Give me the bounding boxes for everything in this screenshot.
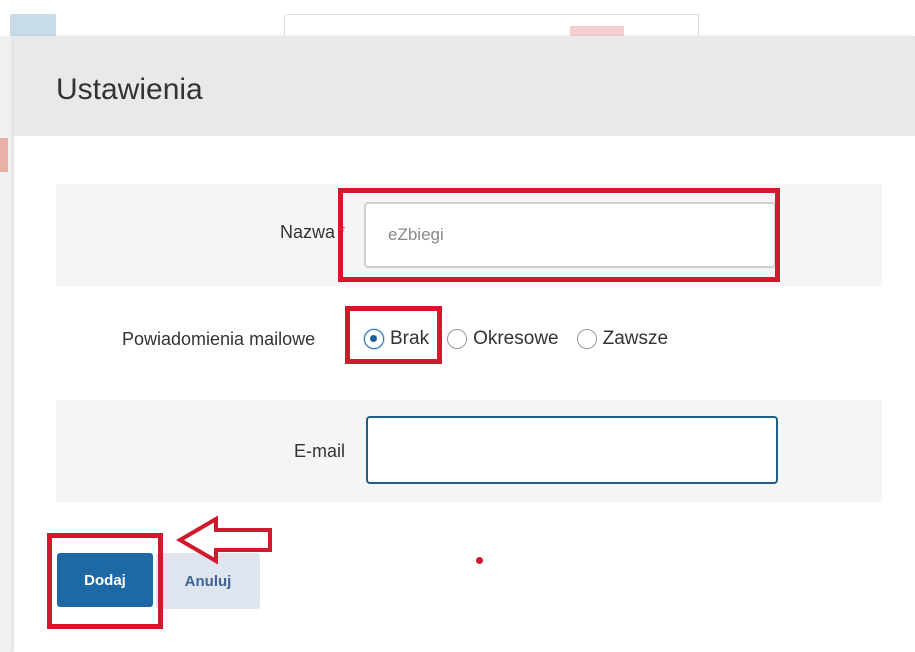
background-marker: [0, 138, 8, 172]
annotation-box-add-button: [47, 533, 163, 629]
annotation-box-name: [338, 188, 780, 282]
annotation-arrow-icon: [176, 515, 272, 565]
name-label-text: Nazwa: [279, 222, 335, 242]
radio-option-okresowe[interactable]: Okresowe: [447, 328, 559, 350]
radio-label-zawsze: Zawsze: [602, 328, 669, 349]
radio-button[interactable]: [576, 329, 597, 349]
dialog-title: Ustawienia: [56, 73, 203, 106]
annotation-box-radio: [345, 306, 442, 364]
email-input[interactable]: [366, 416, 778, 484]
notifications-label: Powiadomienia mailowe: [122, 329, 316, 349]
email-label: E-mail: [293, 441, 345, 461]
annotation-dot: [476, 557, 483, 564]
name-label: Nazwa *: [280, 222, 345, 243]
dialog-header: Ustawienia: [14, 36, 915, 136]
background-sidebar-edge: [0, 36, 14, 652]
radio-label-okresowe: Okresowe: [473, 328, 559, 349]
form-row-notifications: Powiadomienia mailowe Brak Okresowe Zaws…: [56, 286, 882, 398]
radio-option-zawsze[interactable]: Zawsze: [576, 328, 669, 350]
form-row-email: E-mail: [56, 400, 882, 502]
radio-button[interactable]: [447, 329, 468, 349]
